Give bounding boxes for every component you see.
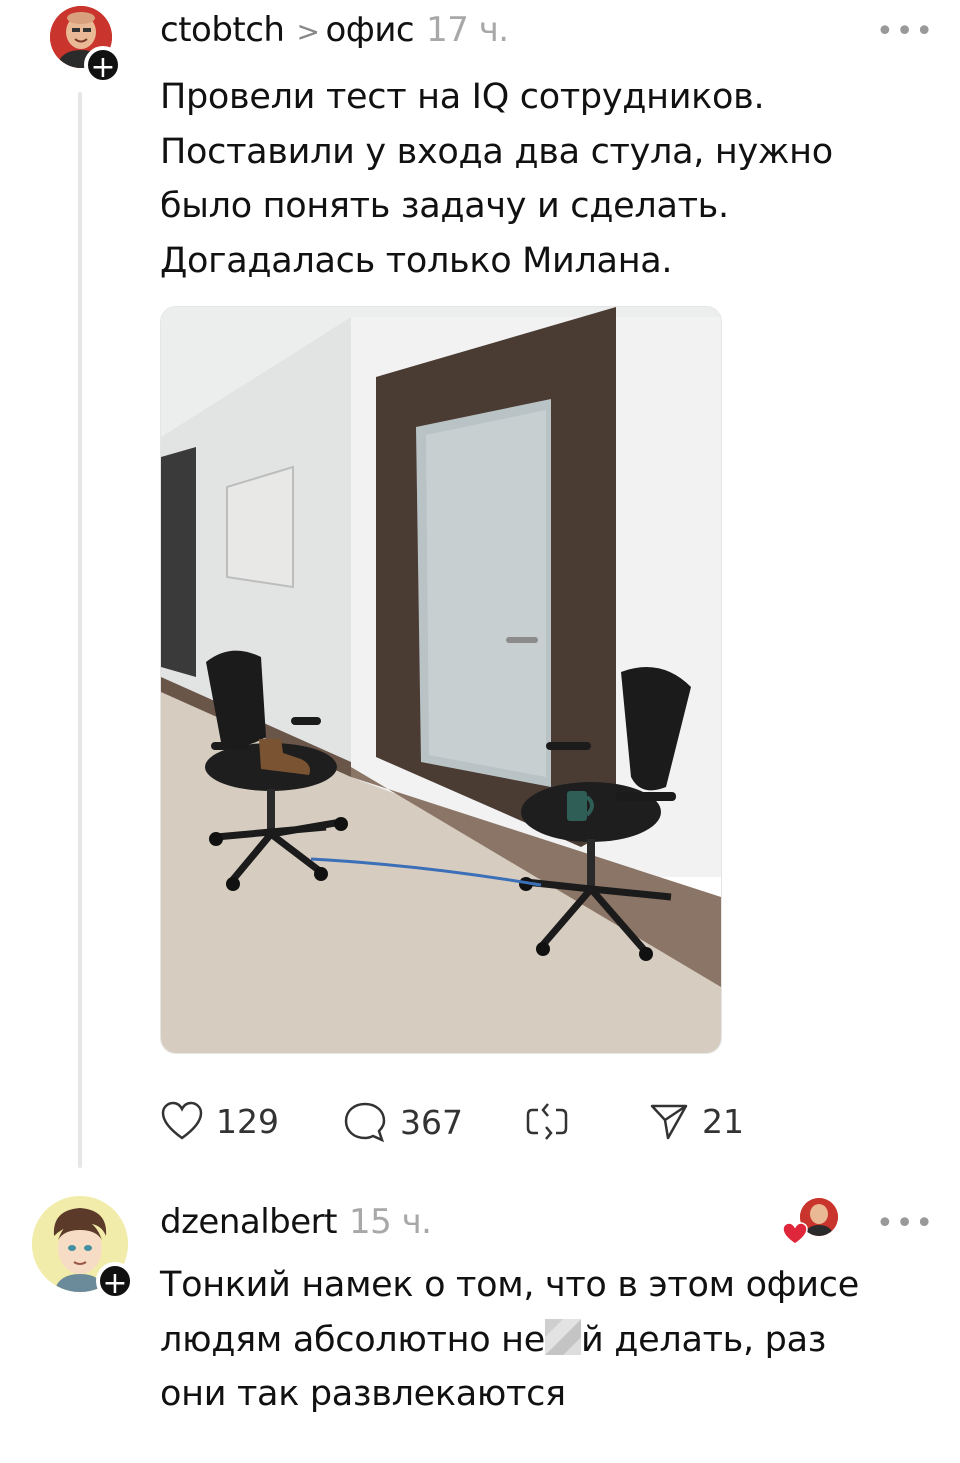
reply-text-line: людям абсолютно не й делать, раз (160, 1313, 940, 1368)
send-icon (650, 1104, 688, 1140)
follow-plus-icon[interactable]: + (96, 1262, 134, 1301)
reply-text-segment: й делать, раз (580, 1319, 827, 1360)
chevron-right-icon: > (296, 15, 320, 48)
comment-button[interactable]: 367 (342, 1100, 463, 1144)
post-text-line: было понять задачу и сделать. (160, 186, 729, 226)
post-text-line: Догадалась только Милана. (160, 240, 673, 281)
censor-blur (544, 1318, 581, 1355)
post-username[interactable]: ctobtch (160, 10, 285, 50)
heart-filled-icon (782, 1222, 808, 1245)
post-topic[interactable]: офис (325, 10, 414, 50)
office-photo (161, 307, 721, 1053)
reply-text-segment: людям абсолютно не (160, 1319, 545, 1360)
repost-button[interactable] (524, 1100, 582, 1144)
reply-time: 15 ч. (349, 1202, 432, 1242)
follow-plus-icon[interactable]: + (84, 46, 122, 85)
post-time: 17 ч. (426, 10, 509, 50)
share-count: 21 (702, 1101, 744, 1141)
comment-bubble-icon (344, 1102, 386, 1143)
heart-icon (161, 1101, 203, 1140)
reply-more-icon[interactable]: ••• (876, 1206, 935, 1241)
share-button[interactable]: 21 (648, 1100, 744, 1142)
reply-meta: dzenalbert 15 ч. (160, 1202, 432, 1242)
reply-text-line: Тонкий намек о том, что в этом офисе (160, 1265, 859, 1305)
post-text-line: Провели тест на IQ сотрудников. (160, 77, 765, 117)
post-text: Провели тест на IQ сотрудников. Поставил… (160, 70, 920, 288)
like-count: 129 (216, 1101, 279, 1141)
comment-count: 367 (400, 1102, 463, 1142)
post-more-icon[interactable]: ••• (876, 14, 935, 49)
thread-line (78, 92, 82, 1168)
repost-icon (526, 1103, 568, 1140)
reply-username[interactable]: dzenalbert (160, 1202, 338, 1242)
post-meta: ctobtch > офис 17 ч. (160, 10, 509, 50)
reply-text-line: они так развлекаются (160, 1374, 566, 1414)
post-text-line: Поставили у входа два стула, нужно (160, 131, 833, 172)
like-button[interactable]: 129 (160, 1100, 279, 1142)
reply-text: Тонкий намек о том, что в этом офисе люд… (160, 1258, 940, 1422)
post-image[interactable] (160, 306, 722, 1054)
